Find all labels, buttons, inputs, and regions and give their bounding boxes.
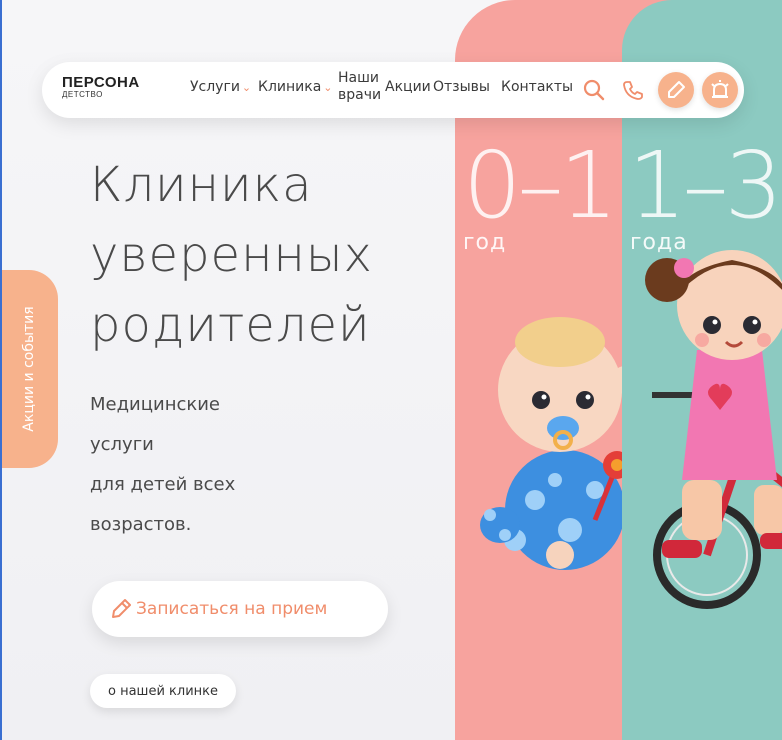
about-clinic-button[interactable]: о нашей клинке bbox=[90, 674, 236, 708]
side-tab-label: Акции и события bbox=[21, 306, 37, 432]
appointment-pen-button[interactable] bbox=[658, 72, 694, 108]
nav-item-services[interactable]: Услуги ⌄ bbox=[190, 79, 251, 95]
emergency-button[interactable] bbox=[702, 72, 738, 108]
nav-item-label-line2: врачи bbox=[338, 87, 382, 103]
hero-title-line: уверенных bbox=[90, 227, 373, 283]
pen-icon bbox=[668, 81, 685, 98]
nav-item-label: Акции bbox=[385, 79, 431, 95]
nav-item-clinic[interactable]: Клиника ⌄ bbox=[258, 79, 333, 95]
about-clinic-label: о нашей клинке bbox=[108, 683, 218, 699]
search-icon[interactable] bbox=[580, 76, 608, 104]
pen-icon bbox=[112, 599, 131, 618]
age-range-label: 0–1 bbox=[463, 132, 618, 239]
age-range-label: 1–3 bbox=[628, 132, 782, 239]
book-appointment-button[interactable]: Записаться на прием bbox=[92, 581, 388, 637]
age-unit-label: год bbox=[463, 230, 507, 255]
hero-subtitle-line: для детей всех bbox=[90, 474, 236, 495]
chevron-down-icon: ⌄ bbox=[323, 81, 333, 94]
nav-item-label: Клиника bbox=[258, 79, 322, 95]
book-appointment-label: Записаться на прием bbox=[136, 599, 328, 619]
nav-item-label: Контакты bbox=[501, 79, 574, 95]
nav-item-doctors[interactable]: Наши врачи bbox=[338, 70, 381, 104]
page: 0–1 год 1–3 года ПЕРСОНА ДЕТСТВО Услуги … bbox=[0, 0, 782, 740]
hero-subtitle-line: возрастов. bbox=[90, 514, 192, 535]
hero-subtitle: Медицинские услуги для детей всех возрас… bbox=[90, 385, 290, 545]
logo-main-text: ПЕРСОНА bbox=[62, 74, 140, 91]
nav-item-promotions[interactable]: Акции bbox=[385, 79, 431, 95]
chevron-down-icon: ⌄ bbox=[241, 81, 252, 94]
nav-item-label: Отзывы bbox=[433, 79, 490, 95]
nav-item-contacts[interactable]: Контакты bbox=[501, 79, 573, 95]
logo[interactable]: ПЕРСОНА ДЕТСТВО bbox=[62, 74, 162, 99]
baby-illustration bbox=[480, 317, 635, 570]
hero-title-line: Клиника bbox=[90, 157, 313, 213]
girl-on-bicycle-illustration bbox=[645, 250, 782, 609]
alarm-icon bbox=[711, 80, 729, 98]
promotions-events-side-tab[interactable]: Акции и события bbox=[0, 270, 58, 468]
hero-subtitle-line: услуги bbox=[90, 434, 154, 455]
hero-title-line: родителей bbox=[90, 297, 371, 353]
main-navbar: ПЕРСОНА ДЕТСТВО Услуги ⌄ Клиника ⌄ Наши вр… bbox=[42, 62, 744, 118]
nav-item-label-line1: Наши bbox=[338, 70, 380, 86]
nav-item-label: Услуги bbox=[190, 79, 240, 95]
left-edge-divider bbox=[0, 0, 2, 740]
phone-icon[interactable] bbox=[619, 76, 647, 104]
nav-item-reviews[interactable]: Отзывы bbox=[433, 79, 490, 95]
logo-sub-text: ДЕТСТВО bbox=[62, 90, 103, 99]
hero-subtitle-line: Медицинские bbox=[90, 394, 221, 415]
hero-title: Клиника уверенных родителей bbox=[90, 150, 450, 360]
